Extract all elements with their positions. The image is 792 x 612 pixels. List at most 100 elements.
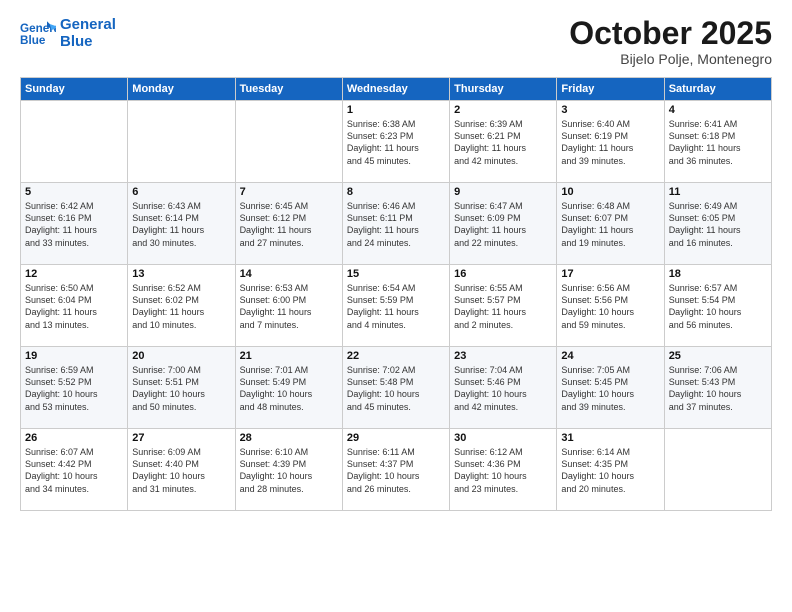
cell-daylight-info: Sunrise: 6:09 AM Sunset: 4:40 PM Dayligh…	[132, 446, 230, 495]
cell-daylight-info: Sunrise: 6:45 AM Sunset: 6:12 PM Dayligh…	[240, 200, 338, 249]
day-header-saturday: Saturday	[664, 78, 771, 101]
day-number: 20	[132, 350, 230, 362]
day-number: 18	[669, 268, 767, 280]
day-number: 16	[454, 268, 552, 280]
cell-daylight-info: Sunrise: 6:38 AM Sunset: 6:23 PM Dayligh…	[347, 118, 445, 167]
calendar-cell: 2 Sunrise: 6:39 AM Sunset: 6:21 PM Daylig…	[450, 101, 557, 183]
calendar-cell: 17Sunrise: 6:56 AM Sunset: 5:56 PM Dayli…	[557, 265, 664, 347]
calendar-week-row: 5 Sunrise: 6:42 AM Sunset: 6:16 PM Daylig…	[21, 183, 772, 265]
day-number: 25	[669, 350, 767, 362]
day-header-tuesday: Tuesday	[235, 78, 342, 101]
cell-daylight-info: Sunrise: 6:48 AM Sunset: 6:07 PM Dayligh…	[561, 200, 659, 249]
logo-icon: General Blue	[20, 19, 56, 47]
calendar-cell: 4 Sunrise: 6:41 AM Sunset: 6:18 PM Daylig…	[664, 101, 771, 183]
calendar-table: SundayMondayTuesdayWednesdayThursdayFrid…	[20, 77, 772, 511]
cell-daylight-info: Sunrise: 7:02 AM Sunset: 5:48 PM Dayligh…	[347, 364, 445, 413]
day-number: 27	[132, 432, 230, 444]
day-header-thursday: Thursday	[450, 78, 557, 101]
cell-daylight-info: Sunrise: 7:05 AM Sunset: 5:45 PM Dayligh…	[561, 364, 659, 413]
cell-daylight-info: Sunrise: 7:06 AM Sunset: 5:43 PM Dayligh…	[669, 364, 767, 413]
calendar-cell: 13Sunrise: 6:52 AM Sunset: 6:02 PM Dayli…	[128, 265, 235, 347]
page-header: General Blue General Blue October 2025 B…	[20, 16, 772, 67]
cell-daylight-info: Sunrise: 6:14 AM Sunset: 4:35 PM Dayligh…	[561, 446, 659, 495]
calendar-cell: 18Sunrise: 6:57 AM Sunset: 5:54 PM Dayli…	[664, 265, 771, 347]
calendar-cell	[235, 101, 342, 183]
calendar-cell: 28 Sunrise: 6:10 AM Sunset: 4:39 PM Dayli…	[235, 429, 342, 511]
day-number: 10	[561, 186, 659, 198]
month-title: October 2025	[569, 16, 772, 51]
cell-daylight-info: Sunrise: 6:49 AM Sunset: 6:05 PM Dayligh…	[669, 200, 767, 249]
cell-daylight-info: Sunrise: 6:50 AM Sunset: 6:04 PM Dayligh…	[25, 282, 123, 331]
calendar-cell: 11 Sunrise: 6:49 AM Sunset: 6:05 PM Dayli…	[664, 183, 771, 265]
day-number: 5	[25, 186, 123, 198]
day-number: 12	[25, 268, 123, 280]
calendar-cell: 20 Sunrise: 7:00 AM Sunset: 5:51 PM Dayli…	[128, 347, 235, 429]
calendar-cell: 1 Sunrise: 6:38 AM Sunset: 6:23 PM Daylig…	[342, 101, 449, 183]
cell-daylight-info: Sunrise: 6:10 AM Sunset: 4:39 PM Dayligh…	[240, 446, 338, 495]
day-header-friday: Friday	[557, 78, 664, 101]
day-number: 31	[561, 432, 659, 444]
cell-daylight-info: Sunrise: 6:43 AM Sunset: 6:14 PM Dayligh…	[132, 200, 230, 249]
day-number: 6	[132, 186, 230, 198]
logo-text: General Blue	[60, 16, 116, 51]
calendar-week-row: 19Sunrise: 6:59 AM Sunset: 5:52 PM Dayli…	[21, 347, 772, 429]
calendar-cell	[664, 429, 771, 511]
day-header-wednesday: Wednesday	[342, 78, 449, 101]
day-number: 4	[669, 104, 767, 116]
calendar-cell: 12 Sunrise: 6:50 AM Sunset: 6:04 PM Dayli…	[21, 265, 128, 347]
day-number: 22	[347, 350, 445, 362]
day-number: 1	[347, 104, 445, 116]
svg-text:Blue: Blue	[20, 34, 46, 47]
cell-daylight-info: Sunrise: 7:04 AM Sunset: 5:46 PM Dayligh…	[454, 364, 552, 413]
day-number: 24	[561, 350, 659, 362]
calendar-cell: 21Sunrise: 7:01 AM Sunset: 5:49 PM Dayli…	[235, 347, 342, 429]
day-header-monday: Monday	[128, 78, 235, 101]
calendar-cell: 15 Sunrise: 6:54 AM Sunset: 5:59 PM Dayli…	[342, 265, 449, 347]
calendar-cell: 14Sunrise: 6:53 AM Sunset: 6:00 PM Dayli…	[235, 265, 342, 347]
calendar-cell: 8 Sunrise: 6:46 AM Sunset: 6:11 PM Daylig…	[342, 183, 449, 265]
calendar-cell: 6 Sunrise: 6:43 AM Sunset: 6:14 PM Daylig…	[128, 183, 235, 265]
calendar-week-row: 12 Sunrise: 6:50 AM Sunset: 6:04 PM Dayli…	[21, 265, 772, 347]
day-number: 28	[240, 432, 338, 444]
day-number: 30	[454, 432, 552, 444]
calendar-cell: 31 Sunrise: 6:14 AM Sunset: 4:35 PM Dayli…	[557, 429, 664, 511]
cell-daylight-info: Sunrise: 6:42 AM Sunset: 6:16 PM Dayligh…	[25, 200, 123, 249]
calendar-cell: 29Sunrise: 6:11 AM Sunset: 4:37 PM Dayli…	[342, 429, 449, 511]
day-number: 3	[561, 104, 659, 116]
calendar-cell	[21, 101, 128, 183]
cell-daylight-info: Sunrise: 6:41 AM Sunset: 6:18 PM Dayligh…	[669, 118, 767, 167]
calendar-cell: 19Sunrise: 6:59 AM Sunset: 5:52 PM Dayli…	[21, 347, 128, 429]
cell-daylight-info: Sunrise: 6:54 AM Sunset: 5:59 PM Dayligh…	[347, 282, 445, 331]
calendar-week-row: 1 Sunrise: 6:38 AM Sunset: 6:23 PM Daylig…	[21, 101, 772, 183]
day-number: 21	[240, 350, 338, 362]
calendar-cell: 27 Sunrise: 6:09 AM Sunset: 4:40 PM Dayli…	[128, 429, 235, 511]
day-number: 2	[454, 104, 552, 116]
cell-daylight-info: Sunrise: 6:46 AM Sunset: 6:11 PM Dayligh…	[347, 200, 445, 249]
cell-daylight-info: Sunrise: 6:07 AM Sunset: 4:42 PM Dayligh…	[25, 446, 123, 495]
calendar-week-row: 26Sunrise: 6:07 AM Sunset: 4:42 PM Dayli…	[21, 429, 772, 511]
cell-daylight-info: Sunrise: 6:47 AM Sunset: 6:09 PM Dayligh…	[454, 200, 552, 249]
calendar-cell: 26Sunrise: 6:07 AM Sunset: 4:42 PM Dayli…	[21, 429, 128, 511]
calendar-cell: 7 Sunrise: 6:45 AM Sunset: 6:12 PM Daylig…	[235, 183, 342, 265]
day-number: 23	[454, 350, 552, 362]
calendar-cell: 9 Sunrise: 6:47 AM Sunset: 6:09 PM Daylig…	[450, 183, 557, 265]
day-number: 17	[561, 268, 659, 280]
calendar-cell: 30Sunrise: 6:12 AM Sunset: 4:36 PM Dayli…	[450, 429, 557, 511]
day-number: 9	[454, 186, 552, 198]
calendar-cell	[128, 101, 235, 183]
day-number: 29	[347, 432, 445, 444]
day-number: 8	[347, 186, 445, 198]
calendar-cell: 22 Sunrise: 7:02 AM Sunset: 5:48 PM Dayli…	[342, 347, 449, 429]
calendar-header-row: SundayMondayTuesdayWednesdayThursdayFrid…	[21, 78, 772, 101]
cell-daylight-info: Sunrise: 6:55 AM Sunset: 5:57 PM Dayligh…	[454, 282, 552, 331]
day-number: 15	[347, 268, 445, 280]
cell-daylight-info: Sunrise: 7:00 AM Sunset: 5:51 PM Dayligh…	[132, 364, 230, 413]
calendar-cell: 16 Sunrise: 6:55 AM Sunset: 5:57 PM Dayli…	[450, 265, 557, 347]
day-number: 7	[240, 186, 338, 198]
day-number: 11	[669, 186, 767, 198]
cell-daylight-info: Sunrise: 6:40 AM Sunset: 6:19 PM Dayligh…	[561, 118, 659, 167]
calendar-cell: 25 Sunrise: 7:06 AM Sunset: 5:43 PM Dayli…	[664, 347, 771, 429]
calendar-cell: 23 Sunrise: 7:04 AM Sunset: 5:46 PM Dayli…	[450, 347, 557, 429]
calendar-cell: 3 Sunrise: 6:40 AM Sunset: 6:19 PM Daylig…	[557, 101, 664, 183]
cell-daylight-info: Sunrise: 6:39 AM Sunset: 6:21 PM Dayligh…	[454, 118, 552, 167]
